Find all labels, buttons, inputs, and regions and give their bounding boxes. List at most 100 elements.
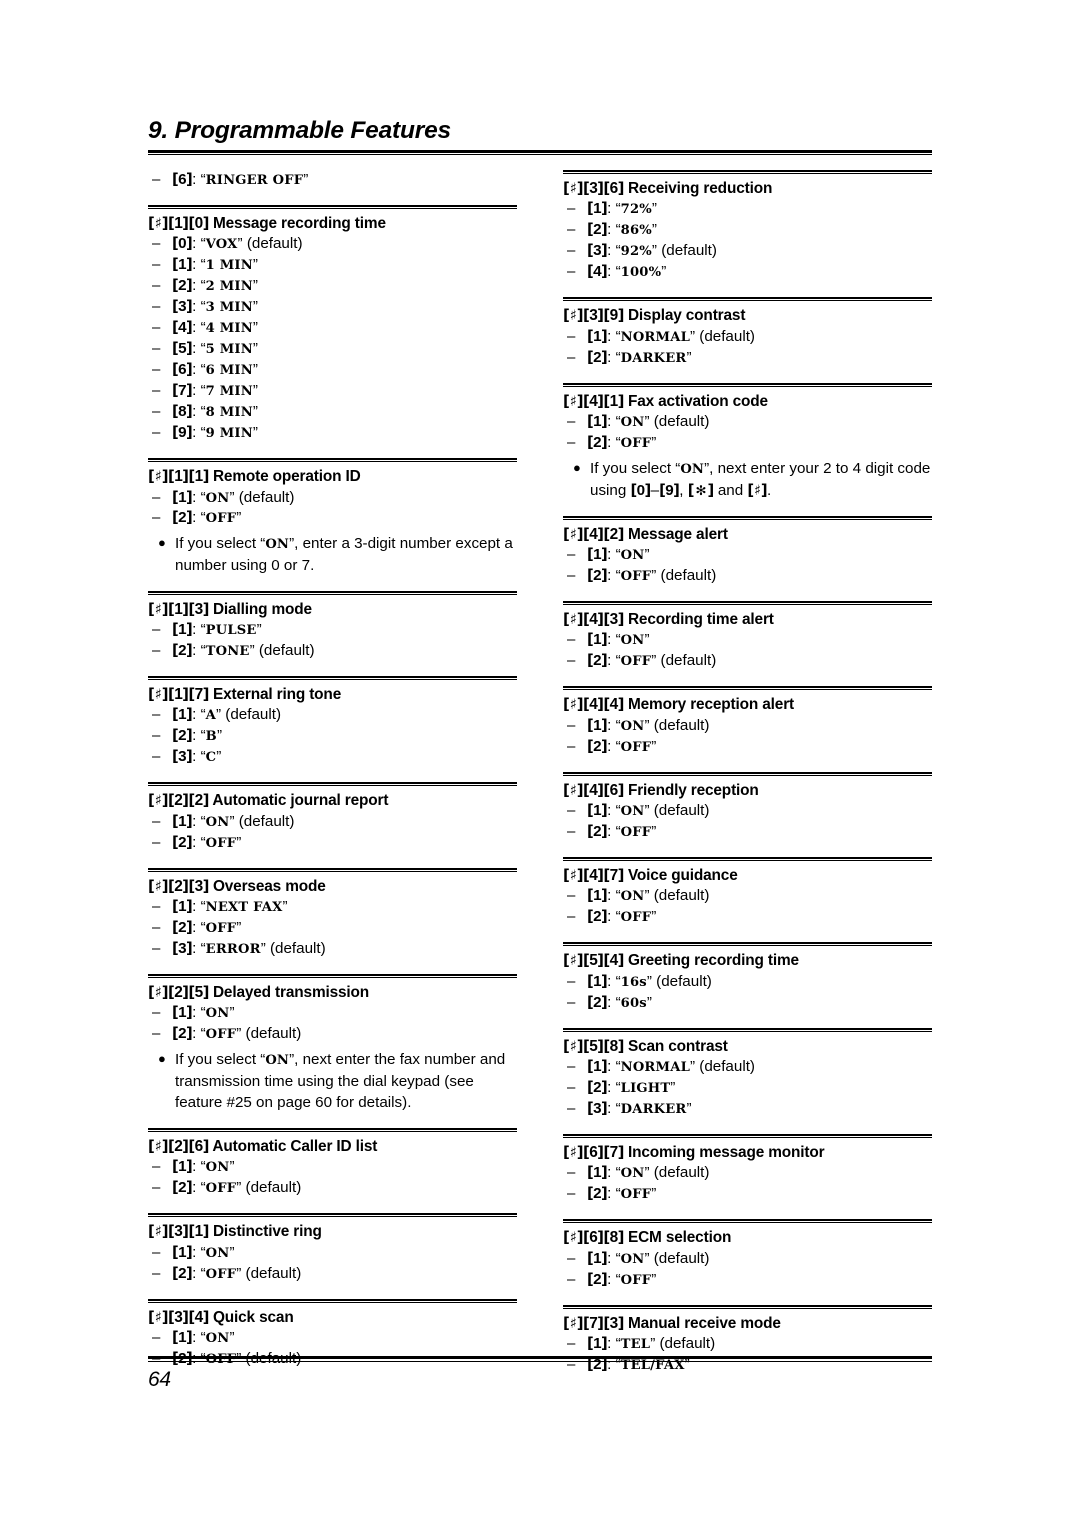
option-value: 1 MIN	[205, 258, 253, 274]
default-marker: (default)	[241, 1264, 302, 1282]
key-digit: 2	[593, 1270, 601, 1288]
default-marker: (default)	[241, 1025, 302, 1043]
key-digit: 1	[593, 887, 601, 905]
option-body: [5]: “5 MIN”	[172, 339, 517, 360]
feature-block: [♯][2][2] Automatic journal report – [1]: …	[148, 782, 517, 853]
feature-option: – [1]: “ON” (default)	[563, 412, 932, 433]
key-digit: 1	[178, 812, 186, 830]
key-sequence: [9]	[659, 482, 680, 499]
option-dash: –	[152, 340, 161, 358]
key-digit: 2	[174, 877, 183, 895]
option-body: [2]: “B”	[172, 726, 517, 747]
feature-option: – [1]: “NORMAL” (default)	[563, 327, 932, 348]
option-value: ON	[620, 1166, 645, 1182]
feature-block: [♯][5][8] Scan contrast – [1]: “NORMAL” (d…	[563, 1027, 932, 1120]
key-digit: 2	[593, 1079, 601, 1097]
key-sequence: [2]	[172, 834, 193, 851]
option-value: A	[205, 708, 217, 724]
key-digit: 1	[174, 468, 183, 486]
option-dash: –	[567, 434, 576, 452]
option-dash: –	[567, 242, 576, 260]
option-body: [2]: “OFF” (default)	[587, 651, 932, 672]
section-divider	[563, 857, 932, 862]
feature-name: Memory reception alert	[623, 696, 795, 714]
sharp-key-icon: ♯	[154, 1138, 162, 1156]
option-colon: :	[192, 706, 201, 724]
sharp-key-icon: ♯	[154, 983, 162, 1001]
key-digit: 2	[178, 1179, 186, 1197]
feature-option: – [1]: “ON” (default)	[148, 488, 517, 509]
feature-heading: [♯][1][0] Message recording time	[148, 214, 517, 233]
option-body: [2]: “TONE” (default)	[172, 641, 517, 662]
option-colon: :	[607, 200, 616, 218]
option-dash: –	[567, 263, 576, 281]
option-value: ERROR	[205, 942, 261, 957]
option-colon: :	[607, 802, 616, 820]
key-digit: 6	[194, 1138, 204, 1156]
option-colon: :	[607, 263, 616, 281]
section-divider	[563, 771, 932, 776]
feature-heading: [♯][1][1] Remote operation ID	[148, 467, 517, 486]
key-digit: 1	[593, 327, 601, 345]
sharp-key-icon: ♯	[569, 781, 577, 799]
feature-option: – [2]: “OFF”	[563, 1184, 932, 1205]
default-marker: (default)	[241, 1179, 302, 1197]
key-sequence: [4]	[587, 263, 608, 280]
key-sequence: [2]	[587, 1079, 608, 1097]
note-text-run: If you select “	[175, 535, 266, 553]
key-digit: 5	[589, 1037, 598, 1055]
option-value: 92%	[620, 244, 652, 260]
key-sequence: [2]	[587, 221, 608, 238]
default-marker: (default)	[254, 641, 315, 659]
option-value: OFF	[620, 825, 652, 841]
key-sequence: [1]	[172, 1244, 193, 1261]
feature-block: [♯][4][1] Fax activation code – [1]: “ON” …	[563, 382, 932, 502]
key-digit: 3	[174, 1308, 183, 1326]
key-digit: 1	[593, 972, 601, 990]
close-quote: ”	[236, 833, 242, 851]
key-digit: 5	[589, 952, 598, 970]
feature-block: [♯][2][6] Automatic Caller ID list – [1]: …	[148, 1128, 517, 1199]
key-digit: 4	[589, 392, 598, 410]
note-display-value: ON	[265, 537, 290, 553]
option-dash: –	[152, 919, 161, 937]
feature-name: Receiving reduction	[623, 180, 773, 197]
key-digit: 4	[589, 696, 598, 714]
feature-option: – [6]: “6 MIN”	[148, 360, 517, 381]
section-divider	[563, 600, 932, 605]
option-dash: –	[152, 1264, 161, 1282]
feature-heading: [♯][4][2] Message alert	[563, 525, 932, 544]
default-marker: (default)	[265, 940, 326, 957]
feature-block: [♯][1][3] Dialling mode – [1]: “PULSE” – [2]…	[148, 590, 517, 662]
key-digit: 1	[593, 546, 601, 563]
key-sequence: [♯][4][4]	[563, 695, 624, 714]
feature-option: – [2]: “OFF”	[563, 907, 932, 928]
option-body: [3]: “DARKER”	[587, 1099, 932, 1120]
feature-note: ● If you select “ON”, next enter your 2 t…	[563, 458, 932, 502]
key-sequence: [1]	[587, 1335, 608, 1352]
option-value: 6 MIN	[205, 363, 253, 379]
feature-option: – [2]: “OFF” (default)	[148, 1024, 517, 1045]
key-digit: 7	[194, 685, 204, 703]
option-dash: –	[567, 413, 576, 431]
sharp-key-icon: ♯	[569, 1314, 577, 1332]
sharp-key-icon: ♯	[569, 610, 577, 628]
key-digit: 0	[178, 235, 186, 253]
key-digit: 3	[178, 748, 186, 766]
option-dash: –	[567, 1270, 576, 1288]
key-digit: 6	[609, 781, 619, 799]
key-sequence: [1]	[587, 200, 608, 217]
option-body: [2]: “LIGHT”	[587, 1078, 932, 1099]
option-body: [3]: “ERROR” (default)	[172, 939, 517, 960]
option-body: [2]: “OFF” (default)	[172, 1024, 517, 1045]
option-dash: –	[152, 898, 161, 916]
close-quote: ”	[252, 403, 258, 421]
option-dash: –	[567, 1185, 576, 1203]
key-digit: 1	[194, 1223, 204, 1241]
feature-heading: [♯][7][3] Manual receive mode	[563, 1314, 932, 1333]
close-quote: ”	[229, 1329, 235, 1347]
key-sequence: [2]	[172, 509, 193, 526]
option-body: [1]: “ON” (default)	[587, 801, 932, 822]
feature-block: [♯][3][9] Display contrast – [1]: “NORMAL”…	[563, 297, 932, 368]
feature-option: – [9]: “9 MIN”	[148, 423, 517, 444]
